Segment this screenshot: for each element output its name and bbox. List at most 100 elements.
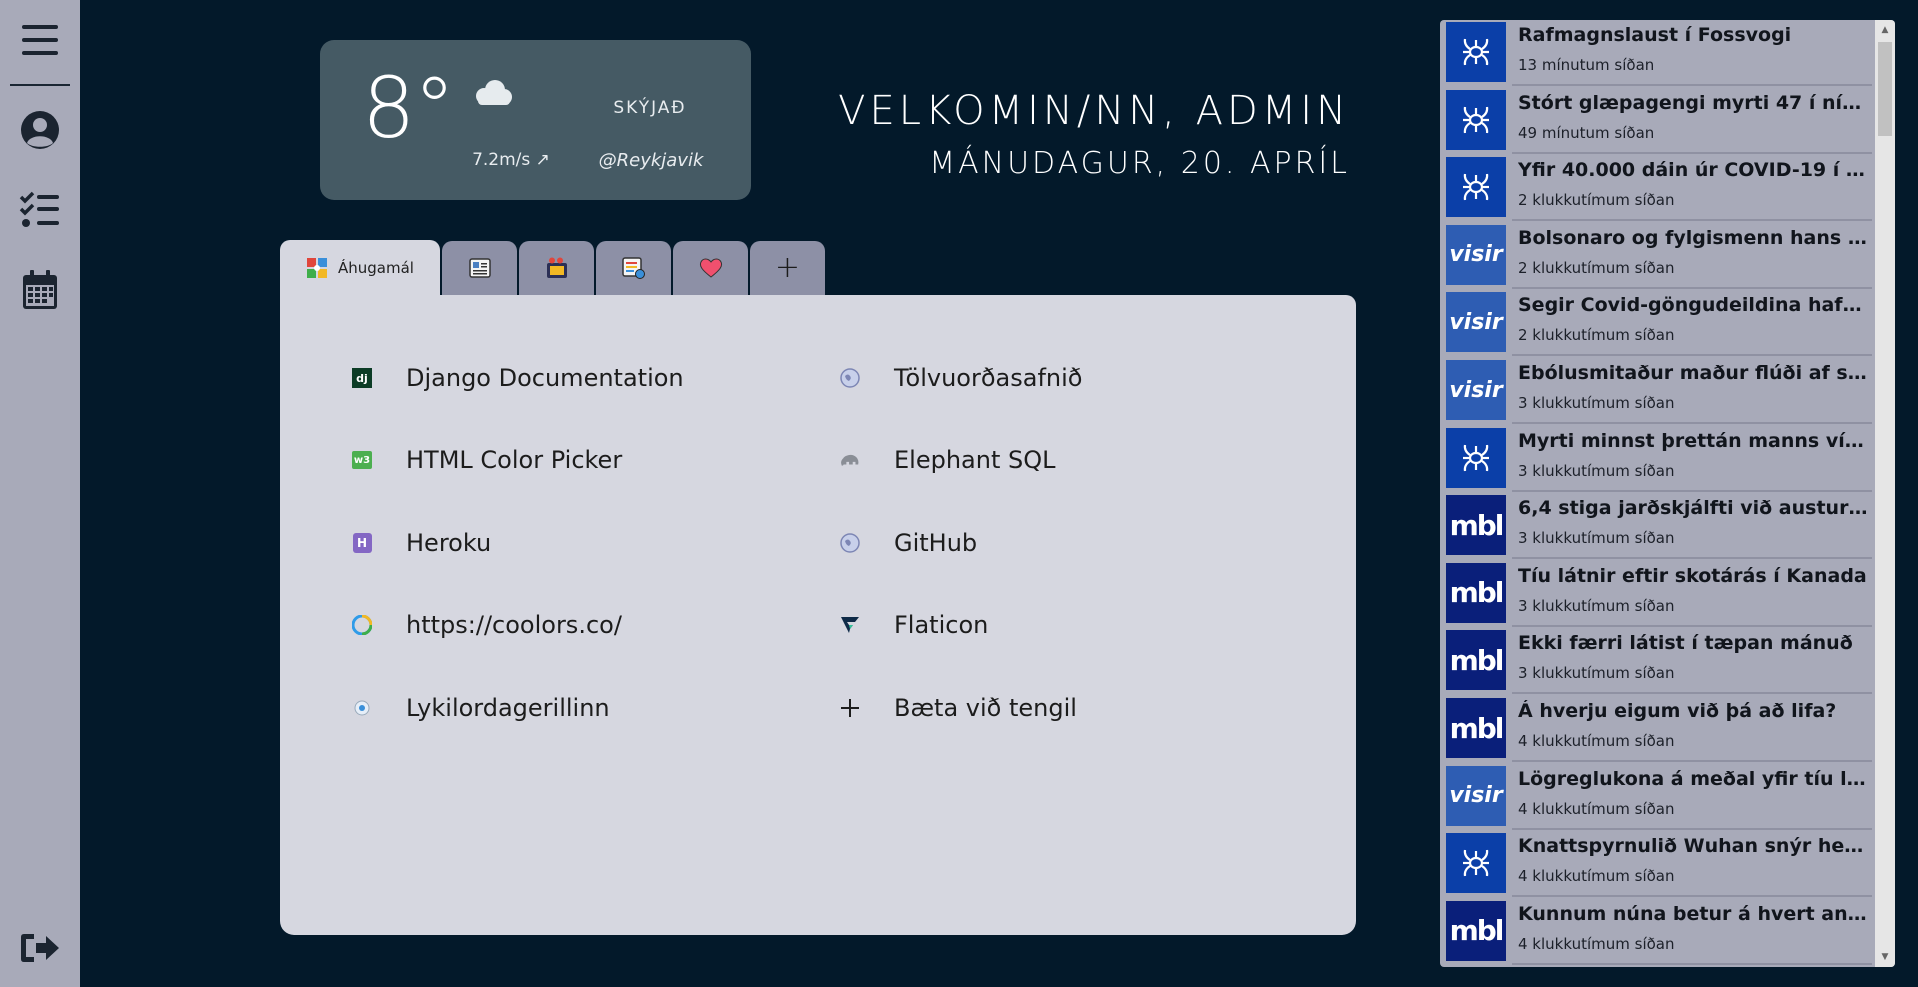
weather-location: @Reykjavik (598, 150, 704, 171)
newspaper-icon (468, 258, 491, 278)
news-timestamp: 3 klukkutímum síðan (1518, 529, 1675, 548)
logout-button[interactable] (18, 926, 62, 970)
news-divider (1512, 422, 1872, 424)
links-panel: dj Django Documentation w3 HTML Color Pi… (280, 295, 1356, 935)
news-title[interactable]: Tíu látnir eftir skotárás í Kanada (1518, 565, 1868, 587)
menu-button[interactable] (18, 18, 62, 62)
news-timestamp: 3 klukkutímum síðan (1518, 461, 1675, 480)
weather-wind: 7.2m/s ↗ (472, 150, 550, 170)
film-icon (546, 257, 567, 278)
news-title[interactable]: Á hverju eigum við þá að lifa? (1518, 700, 1868, 722)
news-title[interactable]: Yfir 40.000 dáin úr COVID-19 í Ba… (1518, 159, 1868, 181)
link-github[interactable]: GitHub (840, 523, 977, 563)
globe-icon (840, 368, 860, 388)
mbl-logo-icon: mbl (1446, 630, 1506, 691)
news-item[interactable]: mbl 6,4 stiga jarðskjálfti við austurströ… (1446, 493, 1872, 560)
news-item[interactable]: mbl Tíu látnir eftir skotárás í Kanada 3 k… (1446, 561, 1872, 627)
news-title[interactable]: Bolsonaro og fylgismenn hans mó… (1518, 227, 1868, 249)
heroku-icon: H (352, 533, 372, 553)
news-title[interactable]: Ekki færri látist í tæpan mánuð (1518, 632, 1868, 654)
news-divider (1512, 219, 1872, 222)
ruv-logo-icon (1446, 89, 1506, 150)
news-title[interactable]: Stórt glæpagengi myrti 47 í nígerí… (1518, 92, 1868, 114)
tab-movies[interactable] (519, 241, 594, 295)
link-label: Lykilordagerillinn (406, 694, 610, 722)
add-link-button[interactable]: Bæta við tengil (840, 688, 1077, 728)
link-elephant-sql[interactable]: Elephant SQL (840, 440, 1056, 480)
news-timestamp: 2 klukkutímum síðan (1518, 258, 1675, 277)
calendar-button[interactable] (18, 268, 62, 312)
logout-icon (21, 934, 59, 962)
link-label: Heroku (406, 529, 492, 557)
tab-ahugamal[interactable]: Áhugamál (280, 240, 440, 296)
news-item[interactable]: mbl Ekki færri látist í tæpan mánuð 3 kluk… (1446, 628, 1872, 695)
sidebar (0, 0, 80, 987)
date-heading: MÁNUDAGUR, 20. APRÍL (929, 146, 1350, 181)
link-django-documentation[interactable]: dj Django Documentation (352, 358, 684, 398)
news-timestamp: 2 klukkutímum síðan (1518, 326, 1675, 345)
news-item[interactable]: visir Ebólusmitaður maður flúði af sjúk… 3… (1446, 358, 1872, 424)
news-item[interactable]: Stórt glæpagengi myrti 47 í nígerí… 49 mí… (1446, 88, 1872, 154)
news-timestamp: 4 klukkutímum síðan (1518, 732, 1675, 750)
welcome-heading: VELKOMIN/NN, ADMIN (838, 88, 1350, 134)
elephant-icon (840, 450, 860, 470)
scroll-thumb[interactable] (1878, 42, 1892, 136)
flaticon-icon (840, 615, 860, 635)
news-title[interactable]: Myrti minnst þrettán manns víðs … (1518, 430, 1868, 452)
profile-button[interactable] (18, 108, 62, 152)
weather-card: 8° SKÝJAÐ 7.2m/s ↗ @Reykjavik (320, 40, 751, 200)
scroll-up-icon[interactable]: ▲ (1879, 22, 1891, 38)
menu-icon (22, 25, 58, 55)
tab-favorites[interactable] (673, 241, 748, 295)
link-html-color-picker[interactable]: w3 HTML Color Picker (352, 440, 622, 480)
news-title[interactable]: Kunnum núna betur á hvert annað (1518, 903, 1868, 925)
news-title[interactable]: Lögreglukona á meðal yfir tíu láti… (1518, 768, 1868, 790)
scroll-down-icon[interactable]: ▼ (1879, 949, 1891, 965)
tab-ahugamal-label: Áhugamál (338, 259, 414, 277)
link-flaticon[interactable]: Flaticon (840, 605, 988, 645)
news-item[interactable]: Knattspyrnulið Wuhan snýr heim … 4 klukku… (1446, 831, 1872, 898)
tab-news[interactable] (442, 241, 517, 295)
news-divider (1512, 489, 1872, 492)
news-divider (1512, 827, 1872, 830)
news-timestamp: 4 klukkutímum síðan (1518, 867, 1675, 886)
news-scrollbar[interactable]: ▲ ▼ (1875, 20, 1895, 967)
plus-icon (840, 698, 860, 718)
news-divider (1512, 84, 1872, 86)
tasks-icon (19, 191, 59, 227)
news-title[interactable]: 6,4 stiga jarðskjálfti við austurströ… (1518, 497, 1868, 519)
news-item[interactable]: mbl Kunnum núna betur á hvert annað 4 kluk… (1446, 899, 1872, 965)
news-timestamp: 3 klukkutímum síðan (1518, 394, 1675, 412)
news-divider (1512, 962, 1872, 965)
link-label: Django Documentation (406, 364, 684, 392)
add-tab-button[interactable]: + (750, 241, 825, 295)
link-label: GitHub (894, 529, 978, 557)
news-item[interactable]: mbl Á hverju eigum við þá að lifa? 4 klukk… (1446, 696, 1872, 762)
link-label: Flaticon (894, 611, 989, 639)
news-title[interactable]: Rafmagnslaust í Fossvogi (1518, 24, 1868, 46)
link-tolvuordasafnid[interactable]: Tölvuorðasafnið (840, 358, 1082, 398)
link-lykilordagerillinn[interactable]: Lykilordagerillinn (352, 688, 610, 728)
puzzle-icon (307, 258, 328, 278)
tab-lists[interactable] (596, 241, 671, 295)
link-coolors[interactable]: https://coolors.co/ (352, 605, 622, 645)
news-title[interactable]: Knattspyrnulið Wuhan snýr heim … (1518, 835, 1868, 857)
visir-logo-icon: visir (1446, 360, 1506, 420)
news-item[interactable]: Myrti minnst þrettán manns víðs … 3 klukk… (1446, 426, 1872, 492)
news-title[interactable]: Ebólusmitaður maður flúði af sjúk… (1518, 362, 1868, 384)
news-timestamp: 3 klukkutímum síðan (1518, 596, 1675, 615)
news-item[interactable]: Yfir 40.000 dáin úr COVID-19 í Ba… 2 kluk… (1446, 155, 1872, 222)
news-item[interactable]: visir Bolsonaro og fylgismenn hans mó… 2 k… (1446, 223, 1872, 289)
calendar-icon (23, 270, 57, 309)
ruv-logo-icon (1446, 157, 1506, 218)
news-divider (1512, 286, 1872, 289)
link-heroku[interactable]: H Heroku (352, 523, 491, 563)
news-title[interactable]: Segir Covid-göngudeildina hafa s… (1518, 294, 1868, 316)
news-item[interactable]: visir Segir Covid-göngudeildina hafa s… 2 … (1446, 290, 1872, 357)
tasks-button[interactable] (18, 188, 62, 232)
link-label: HTML Color Picker (406, 446, 623, 474)
ruv-logo-icon (1446, 22, 1506, 82)
weather-temperature: 8° (362, 59, 455, 157)
news-item[interactable]: Rafmagnslaust í Fossvogi 13 mínutum síðan (1446, 20, 1872, 86)
news-item[interactable]: visir Lögreglukona á meðal yfir tíu láti…… (1446, 764, 1872, 830)
